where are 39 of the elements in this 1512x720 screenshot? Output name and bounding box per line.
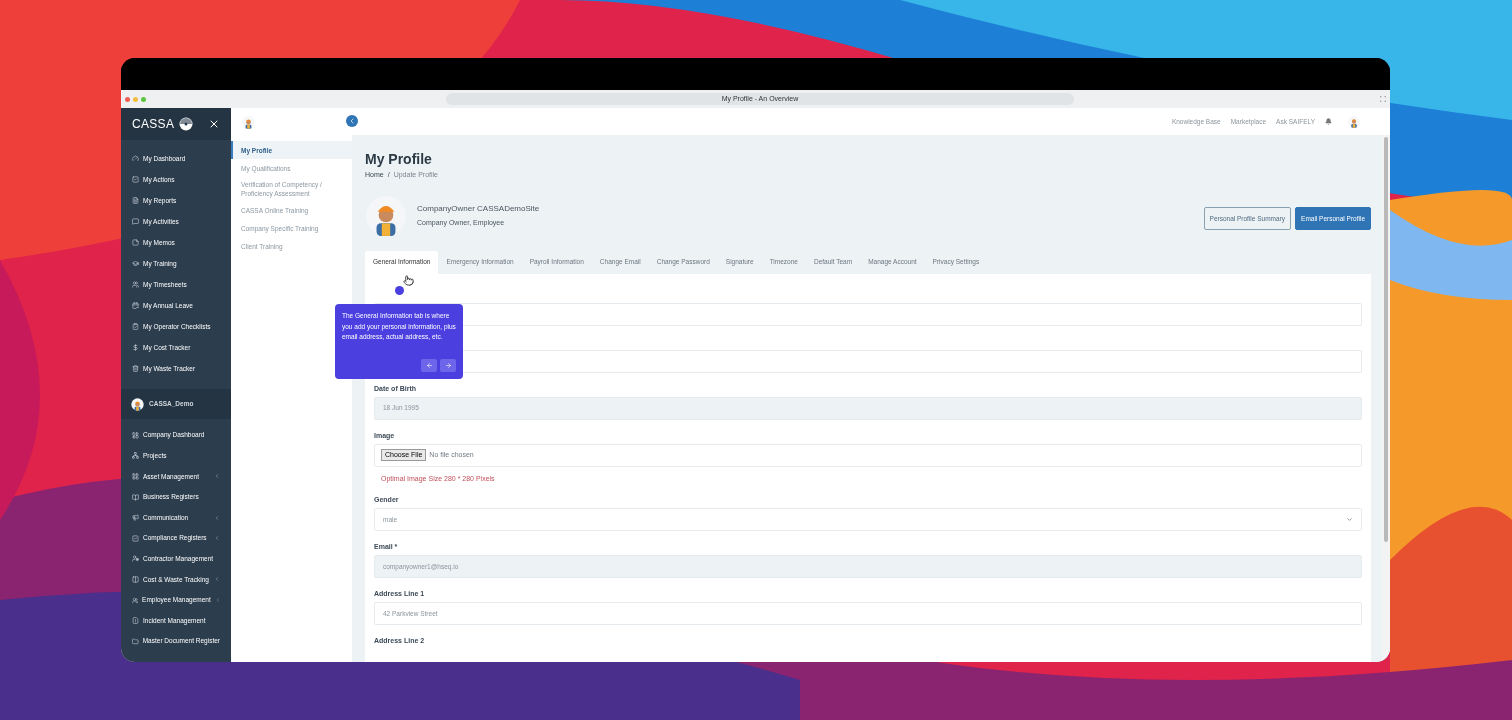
calendar-icon [132,302,139,309]
next-button[interactable] [440,359,456,372]
clipboard-icon [132,323,139,330]
company-logo [131,397,144,411]
chat-icon [132,218,139,225]
user-gear-icon [132,555,139,563]
grid-icon [132,473,139,480]
arrow-right-icon [444,362,452,369]
dollar-icon [132,344,139,351]
trash-icon [132,365,139,372]
users-icon [132,596,139,604]
arrow-left-icon [425,362,433,369]
company-logo [242,115,255,129]
columns-icon [132,575,139,583]
expand-icon[interactable] [1380,96,1386,102]
users-icon [132,281,139,288]
book-icon [132,493,139,501]
chevron-down-icon [1346,516,1353,523]
checkbox-icon [132,176,139,183]
document-icon [132,197,139,204]
checkbox-icon [132,534,139,542]
warning-file-icon [132,617,139,625]
user-avatar [1348,115,1360,128]
page-title: My Profile [365,150,433,168]
bell-icon[interactable] [1325,118,1332,125]
logo-icon [179,117,194,131]
profile-avatar [365,194,407,237]
gauge-icon [132,155,139,162]
dashboard-icon [132,431,139,439]
network-icon [132,452,139,460]
previous-button[interactable] [421,359,437,372]
note-icon [132,239,139,246]
close-icon[interactable] [208,118,220,130]
brand-name: CASSA [132,116,175,133]
profile-name: CompanyOwner CASSADemoSite [417,202,540,215]
graduation-cap-icon [132,260,139,267]
megaphone-icon [132,514,139,522]
folder-icon [132,637,139,645]
chevron-left-icon [348,117,356,125]
